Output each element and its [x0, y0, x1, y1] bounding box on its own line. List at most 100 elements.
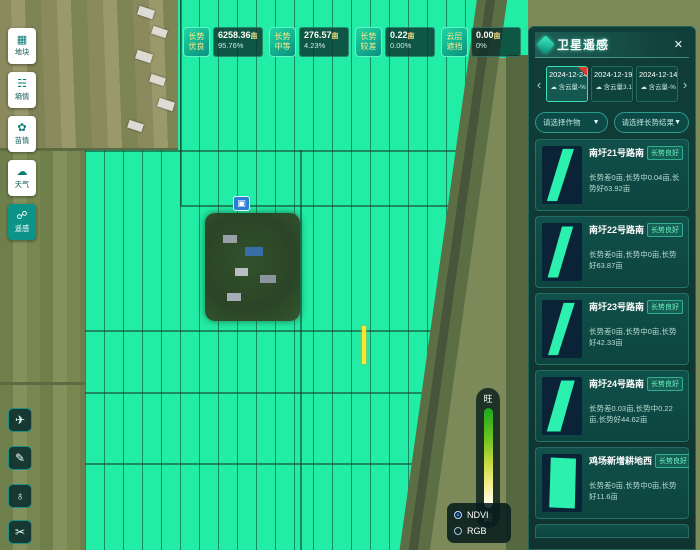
- layer-option-rgb[interactable]: RGB: [454, 526, 504, 536]
- stat-unit: 亩: [408, 33, 415, 40]
- plant-icon: ✿: [17, 123, 26, 134]
- diamond-icon: [536, 35, 554, 53]
- date-tab-3[interactable]: 2024-12-14 ☁ 含云量-%: [636, 66, 678, 102]
- growth-status-badge: 长势良好: [647, 146, 683, 160]
- cloud-coverage: 含云量3.13%: [604, 84, 633, 90]
- building: [223, 235, 237, 243]
- field-title: 南圩23号路南: [589, 300, 644, 313]
- select-placeholder: 请选择作物: [543, 117, 581, 128]
- field-card[interactable]: 鸡场新增耕地西 长势良好 长势差0亩,长势中0亩,长势好11.6亩: [535, 447, 689, 519]
- growth-status-badge: 长势良好: [647, 300, 683, 314]
- stat-percent: 0%: [476, 41, 516, 50]
- field-title: 南圩21号路南: [589, 146, 644, 159]
- growth-status-badge: 长势良好: [647, 223, 683, 237]
- sidebar-item-plots[interactable]: ▦ 地块: [8, 28, 36, 64]
- field-title: 南圩22号路南: [589, 223, 644, 236]
- date-label: 2024-12-19: [594, 70, 630, 79]
- blue-roof-building: [245, 247, 263, 256]
- sidebar-item-label: 遥感: [15, 223, 29, 233]
- draw-tool-button[interactable]: ✎: [8, 446, 32, 470]
- layer-option-ndvi[interactable]: NDVI: [454, 510, 504, 520]
- measure-icon: ✂: [15, 525, 25, 539]
- grid-icon: ▦: [17, 35, 27, 46]
- crop-select[interactable]: 请选择作物 ▼: [535, 112, 608, 133]
- stat-group-poor: 长势较差 0.22亩 0.00%: [355, 27, 435, 57]
- pencil-icon: ✎: [15, 451, 25, 465]
- date-tab-2[interactable]: 2024-12-19 ☁ 含云量3.13%: [591, 66, 633, 102]
- prev-arrow-icon[interactable]: ‹: [535, 77, 543, 92]
- cloud-coverage: 含云量-%: [559, 84, 586, 90]
- sidebar-item-weather[interactable]: ☁ 天气: [8, 160, 36, 196]
- layer-label: RGB: [467, 526, 487, 536]
- measure-tool-button[interactable]: ✂: [8, 520, 32, 544]
- field-card[interactable]: 南圩24号路南 长势良好 长势差0.03亩,长势中0.22亩,长势好44.62亩: [535, 370, 689, 442]
- field-thumbnail: [542, 300, 582, 358]
- legend-gradient-bar: [484, 408, 493, 508]
- layer-label: NDVI: [467, 510, 489, 520]
- sidebar-item-seedling[interactable]: ✿ 苗情: [8, 116, 36, 152]
- field-growth-detail: 长势差0.03亩,长势中0.22亩,长势好44.62亩: [589, 403, 682, 426]
- field-title: 南圩24号路南: [589, 377, 644, 390]
- stat-unit: 亩: [494, 33, 501, 40]
- field-boundary: [85, 150, 480, 152]
- growth-result-select[interactable]: 请选择长势结果 ▼: [614, 112, 689, 133]
- stat-label-badge: 云层遮挡: [441, 27, 468, 57]
- field-boundary: [180, 0, 182, 205]
- field-boundary: [85, 463, 425, 465]
- chevron-down-icon: ▼: [593, 119, 600, 126]
- stat-value: 276.57: [304, 30, 332, 40]
- field-thumbnail: [542, 377, 582, 435]
- growth-status-badge: 长势良好: [655, 454, 689, 468]
- field-growth-detail: 长势差0亩,长势中0亩,长势好63.87亩: [589, 249, 682, 272]
- date-selector-row: ‹ 2024-12-24 ☁ 含云量-% 2024-12-19 ☁ 含云量3.1…: [535, 66, 689, 102]
- cloud-icon: ☁: [550, 84, 556, 90]
- new-ribbon-icon: [578, 67, 587, 76]
- field-card[interactable]: 南圩21号路南 长势良好 长势差0亩,长势中0.04亩,长势好63.92亩: [535, 139, 689, 211]
- legend-top-label: 旺: [483, 392, 492, 405]
- sidebar-item-soil-moisture[interactable]: ☵ 墒情: [8, 72, 36, 108]
- field-thumbnail: [542, 223, 582, 281]
- cloud-icon: ☁: [595, 84, 601, 90]
- close-icon[interactable]: ✕: [672, 38, 685, 51]
- sidebar-item-label: 苗情: [15, 135, 29, 145]
- cloud-icon: ☁: [17, 167, 28, 178]
- stat-label-badge: 长势优良: [183, 27, 210, 57]
- map-marker-device[interactable]: ▣: [233, 196, 250, 211]
- sidebar-item-remote-sensing[interactable]: ☍ 遥感: [8, 204, 36, 240]
- building: [235, 268, 248, 276]
- stat-value-box: 0.22亩 0.00%: [385, 27, 435, 57]
- next-arrow-icon[interactable]: ›: [681, 77, 689, 92]
- drone-tool-button[interactable]: ✈: [8, 408, 32, 432]
- stat-value-box: 0.00亩 0%: [471, 27, 521, 57]
- road-horizontal: [0, 382, 90, 385]
- cloud-coverage: 含云量-%: [649, 84, 676, 90]
- sidebar-item-label: 地块: [15, 47, 29, 57]
- sidebar-item-label: 天气: [15, 179, 29, 189]
- water-icon: ☵: [17, 79, 27, 90]
- village-area: [205, 213, 300, 321]
- field-boundary: [85, 330, 435, 332]
- select-placeholder: 请选择长势结果: [622, 117, 675, 128]
- globe-tool-button[interactable]: ♁: [8, 484, 32, 508]
- tree-line-right: [506, 55, 528, 550]
- field-thumbnail: [542, 454, 582, 512]
- stat-group-medium: 长势中等 276.57亩 4.23%: [269, 27, 349, 57]
- stat-unit: 亩: [251, 33, 258, 40]
- field-card-partial[interactable]: [535, 524, 689, 538]
- panel-header: 卫星遥感 ✕: [535, 32, 689, 58]
- panel-title: 卫星遥感: [557, 36, 667, 53]
- sidebar-item-label: 墒情: [15, 91, 29, 101]
- field-card[interactable]: 南圩23号路南 长势良好 长势差0亩,长势中0亩,长势好42.33亩: [535, 293, 689, 365]
- growth-status-badge: 长势良好: [647, 377, 683, 391]
- radio-selected-icon: [454, 511, 462, 519]
- field-growth-detail: 长势差0亩,长势中0亩,长势好42.33亩: [589, 326, 682, 349]
- stat-value: 0.22: [390, 30, 408, 40]
- building: [260, 275, 276, 283]
- drone-icon: ✈: [15, 413, 25, 427]
- date-tab-1[interactable]: 2024-12-24 ☁ 含云量-%: [546, 66, 588, 102]
- stat-percent: 0.00%: [390, 41, 430, 50]
- date-label: 2024-12-14: [639, 70, 675, 79]
- field-boundary: [85, 392, 430, 394]
- field-card-list[interactable]: 南圩21号路南 长势良好 长势差0亩,长势中0.04亩,长势好63.92亩 南圩…: [535, 139, 689, 544]
- field-card[interactable]: 南圩22号路南 长势良好 长势差0亩,长势中0亩,长势好63.87亩: [535, 216, 689, 288]
